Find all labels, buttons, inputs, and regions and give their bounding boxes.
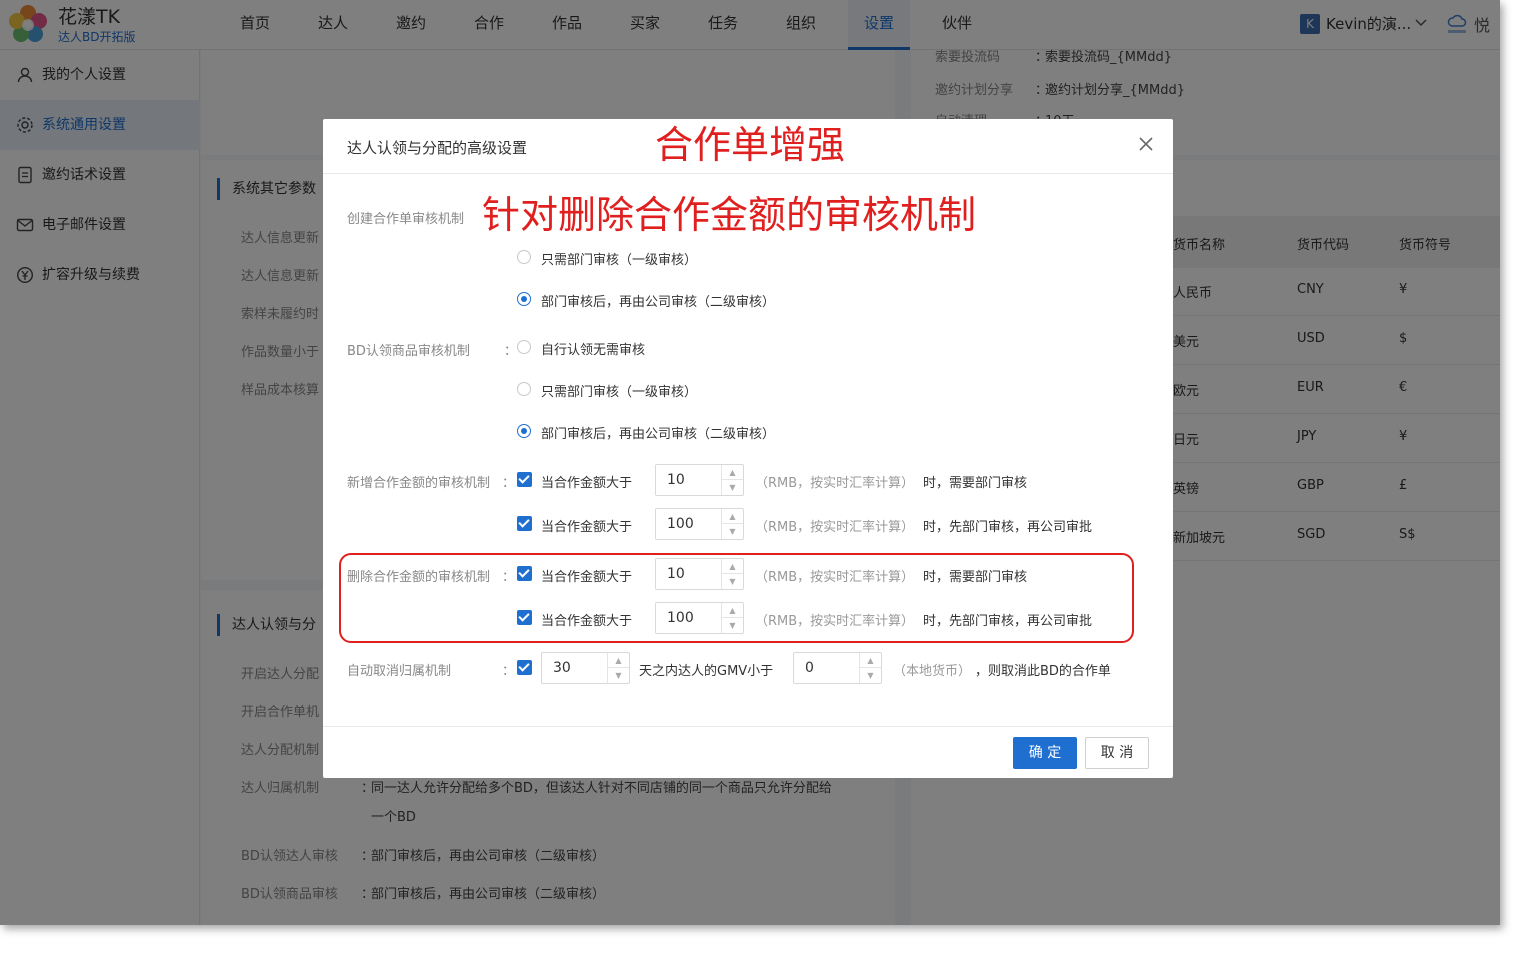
amount-suffix: 时，先部门审核，再公司审批 xyxy=(923,520,1093,535)
add-amount-threshold-input-2[interactable]: 100 ▲ ▼ xyxy=(655,508,744,540)
radio-label[interactable]: 部门审核后，再由公司审核（二级审核） xyxy=(541,423,775,442)
auto-cancel-suffix: ，则取消此BD的合作单 xyxy=(975,664,1111,679)
dialog-title: 达人认领与分配的高级设置 xyxy=(347,139,528,157)
dialog-footer-divider xyxy=(323,726,1173,727)
auto-cancel-gmv-input[interactable]: 0 ▲ ▼ xyxy=(793,652,882,684)
decrement-icon[interactable]: ▼ xyxy=(722,480,743,495)
unit-hint: （RMB，按实时汇率计算） xyxy=(755,476,915,491)
increment-icon[interactable]: ▲ xyxy=(860,653,881,668)
radio-label[interactable]: 只需部门审核（一级审核） xyxy=(541,381,697,400)
dialog-header-divider xyxy=(323,173,1173,174)
cancel-button[interactable]: 取 消 xyxy=(1085,737,1149,769)
amount-prefix: 当合作金额大于 xyxy=(541,520,633,535)
auto-cancel-label: 自动取消归属机制 xyxy=(347,664,452,679)
add-amount-checkbox-2[interactable] xyxy=(517,516,532,531)
bd-product-review-radio-3[interactable] xyxy=(517,424,531,438)
amount-suffix: 时，需要部门审核 xyxy=(923,476,1028,491)
amount-prefix: 当合作金额大于 xyxy=(541,476,633,491)
radio-label[interactable]: 自行认领无需审核 xyxy=(541,339,645,358)
auto-cancel-checkbox[interactable] xyxy=(517,660,532,675)
increment-icon[interactable]: ▲ xyxy=(608,653,629,668)
bd-product-review-radio-2[interactable] xyxy=(517,382,531,396)
create-order-review-radio-1[interactable] xyxy=(517,250,531,264)
decrement-icon[interactable]: ▼ xyxy=(608,668,629,683)
unit-hint: （RMB，按实时汇率计算） xyxy=(755,520,915,535)
unit-hint: （本地货币） xyxy=(893,664,972,679)
bd-product-review-radio-1[interactable] xyxy=(517,340,531,354)
add-amount-review-label: 新增合作金额的审核机制 xyxy=(347,476,491,491)
increment-icon[interactable]: ▲ xyxy=(722,509,743,524)
auto-cancel-mid-text: 天之内达人的GMV小于 xyxy=(639,664,774,679)
close-icon[interactable] xyxy=(1137,135,1155,153)
radio-label[interactable]: 部门审核后，再由公司审核（二级审核） xyxy=(541,291,775,310)
create-order-review-radio-2[interactable] xyxy=(517,292,531,306)
add-amount-threshold-input-1[interactable]: 10 ▲ ▼ xyxy=(655,464,744,496)
auto-cancel-days-input[interactable]: 30 ▲ ▼ xyxy=(541,652,630,684)
create-order-review-label: 创建合作单审核机制 xyxy=(347,212,465,227)
app-window: 花漾TK 达人BD开拓版 首页 达人 邀约 合作 作品 买家 任务 组织 设置 … xyxy=(0,0,1500,925)
add-amount-checkbox-1[interactable] xyxy=(517,472,532,487)
radio-label[interactable]: 只需部门审核（一级审核） xyxy=(541,249,697,268)
decrement-icon[interactable]: ▼ xyxy=(860,668,881,683)
bd-product-review-label: BD认领商品审核机制 xyxy=(347,344,470,359)
annotation-highlight-box xyxy=(339,553,1134,643)
annotation-subtitle: 针对删除合作金额的审核机制 xyxy=(482,193,977,237)
decrement-icon[interactable]: ▼ xyxy=(722,524,743,539)
increment-icon[interactable]: ▲ xyxy=(722,465,743,480)
confirm-button[interactable]: 确 定 xyxy=(1013,737,1077,769)
annotation-title: 合作单增强 xyxy=(655,123,846,167)
